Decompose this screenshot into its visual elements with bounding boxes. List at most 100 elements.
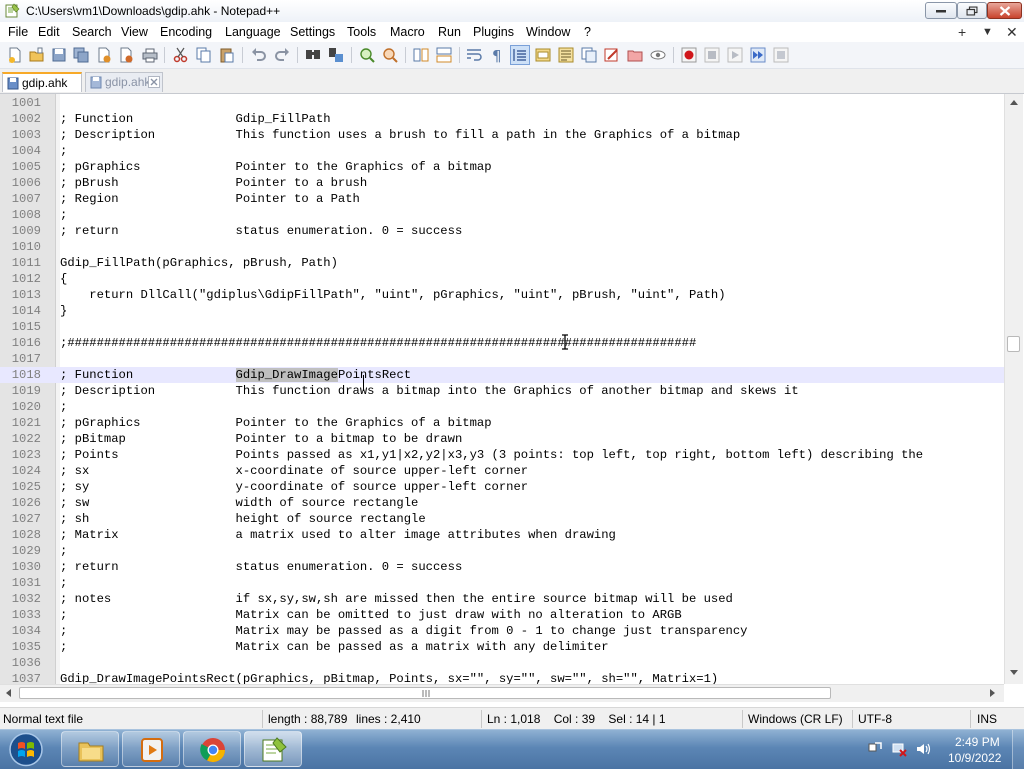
close-all-icon[interactable] bbox=[117, 46, 135, 64]
code-line[interactable]: 1014} bbox=[0, 303, 1004, 319]
minimize-button[interactable] bbox=[925, 2, 957, 19]
code-line[interactable]: 1029; bbox=[0, 543, 1004, 559]
code-line[interactable]: 1035 ; Matrix can be passed as a matrix w… bbox=[0, 639, 1004, 655]
encoding-status[interactable]: UTF-8 bbox=[858, 712, 892, 726]
taskbar-chrome[interactable] bbox=[183, 731, 241, 767]
code-line[interactable]: 1008; bbox=[0, 207, 1004, 223]
clock-time[interactable]: 2:49 PM bbox=[955, 735, 1000, 749]
code-line[interactable]: 1034 ; Matrix may be passed as a digit fr… bbox=[0, 623, 1004, 639]
code-line[interactable]: 1019 ; Description This function draws a … bbox=[0, 383, 1004, 399]
code-view[interactable]: 1001 1002 ; Function Gdip_FillPath 1003 ; De… bbox=[0, 95, 1004, 684]
clock-date[interactable]: 10/9/2022 bbox=[948, 751, 1001, 765]
code-line[interactable]: 1006 ; pBrush Pointer to a brush bbox=[0, 175, 1004, 191]
code-line[interactable]: 1023 ; Points Points passed as x1,y1|x2,y… bbox=[0, 447, 1004, 463]
stop-macro-icon[interactable] bbox=[703, 46, 721, 64]
word-wrap-icon[interactable] bbox=[465, 46, 483, 64]
code-line[interactable]: 1012 { bbox=[0, 271, 1004, 287]
volume-icon[interactable] bbox=[915, 741, 931, 757]
code-line[interactable]: 1026 ; sw width of source rectangle bbox=[0, 495, 1004, 511]
taskbar-notepadpp[interactable] bbox=[244, 731, 302, 767]
close-window-button[interactable] bbox=[987, 2, 1022, 19]
scroll-left-arrow-icon[interactable] bbox=[6, 689, 11, 697]
code-line[interactable]: 1007 ; Region Pointer to a Path bbox=[0, 191, 1004, 207]
menu-file[interactable]: File bbox=[8, 25, 28, 39]
sync-vertical-icon[interactable] bbox=[412, 46, 430, 64]
menu-window[interactable]: Window bbox=[526, 25, 570, 39]
code-line[interactable]: 1009 ; return status enumeration. 0 = suc… bbox=[0, 223, 1004, 239]
show-all-chars-icon[interactable]: ¶ bbox=[488, 46, 506, 64]
scroll-up-arrow-icon[interactable] bbox=[1010, 100, 1018, 105]
code-line[interactable]: 1015 bbox=[0, 319, 1004, 335]
insert-mode-status[interactable]: INS bbox=[977, 712, 997, 726]
user-language-icon[interactable] bbox=[534, 46, 552, 64]
open-file-icon[interactable] bbox=[28, 46, 46, 64]
taskbar-media-player[interactable] bbox=[122, 731, 180, 767]
cut-icon[interactable] bbox=[172, 46, 190, 64]
menu-search[interactable]: Search bbox=[72, 25, 112, 39]
code-line[interactable]: 1028 ; Matrix a matrix used to alter imag… bbox=[0, 527, 1004, 543]
indent-guide-icon[interactable] bbox=[510, 45, 530, 65]
action-center-icon[interactable] bbox=[867, 741, 883, 757]
code-line[interactable]: 1032 ; notes if sx,sy,sw,sh are missed th… bbox=[0, 591, 1004, 607]
scroll-down-arrow-icon[interactable] bbox=[1010, 670, 1018, 675]
copy-icon[interactable] bbox=[195, 46, 213, 64]
close-file-icon[interactable] bbox=[95, 46, 113, 64]
code-line[interactable]: 1037 Gdip_DrawImagePointsRect(pGraphics, … bbox=[0, 671, 1004, 684]
code-line[interactable]: 1024 ; sx x-coordinate of source upper-le… bbox=[0, 463, 1004, 479]
tab-list-dropdown-button[interactable]: ▼ bbox=[982, 26, 993, 38]
new-tab-plus-button[interactable]: + bbox=[958, 24, 966, 40]
menu-edit[interactable]: Edit bbox=[38, 25, 60, 39]
redo-icon[interactable] bbox=[273, 46, 291, 64]
zoom-in-icon[interactable] bbox=[358, 46, 376, 64]
editor-area[interactable]: 1001 1002 ; Function Gdip_FillPath 1003 ; De… bbox=[0, 94, 1024, 702]
menu-tools[interactable]: Tools bbox=[347, 25, 376, 39]
menu-help[interactable]: ? bbox=[584, 25, 591, 39]
tab-gdip-ahk-active[interactable]: gdip.ahk bbox=[2, 72, 82, 92]
show-desktop-button[interactable] bbox=[1012, 730, 1024, 769]
code-line[interactable]: 1033 ; Matrix can be omitted to just draw… bbox=[0, 607, 1004, 623]
eol-status[interactable]: Windows (CR LF) bbox=[748, 712, 843, 726]
print-icon[interactable] bbox=[141, 46, 159, 64]
sync-horizontal-icon[interactable] bbox=[435, 46, 453, 64]
tab-gdip-ahk[interactable]: gdip.ahk bbox=[85, 72, 163, 92]
code-line[interactable]: 1001 bbox=[0, 95, 1004, 111]
save-all-icon[interactable] bbox=[72, 46, 90, 64]
folder-as-workspace-icon[interactable] bbox=[626, 46, 644, 64]
code-line[interactable]: 1020; bbox=[0, 399, 1004, 415]
menu-language[interactable]: Language bbox=[225, 25, 281, 39]
zoom-out-icon[interactable] bbox=[381, 46, 399, 64]
monitor-icon[interactable] bbox=[649, 46, 667, 64]
menu-plugins[interactable]: Plugins bbox=[473, 25, 514, 39]
undo-icon[interactable] bbox=[250, 46, 268, 64]
code-line[interactable]: 1018 ; Function Gdip_DrawImagePointsRect bbox=[0, 367, 1004, 383]
network-icon[interactable] bbox=[891, 741, 907, 757]
menu-settings[interactable]: Settings bbox=[290, 25, 335, 39]
code-line[interactable]: 1027 ; sh height of source rectangle bbox=[0, 511, 1004, 527]
menu-macro[interactable]: Macro bbox=[390, 25, 425, 39]
code-line[interactable]: 1005 ; pGraphics Pointer to the Graphics … bbox=[0, 159, 1004, 175]
code-line[interactable]: 1031; bbox=[0, 575, 1004, 591]
record-macro-icon[interactable] bbox=[680, 46, 698, 64]
code-line[interactable]: 1021 ; pGraphics Pointer to the Graphics … bbox=[0, 415, 1004, 431]
restore-button[interactable] bbox=[957, 2, 987, 19]
vertical-scroll-thumb[interactable] bbox=[1007, 336, 1020, 352]
code-line[interactable]: 1002 ; Function Gdip_FillPath bbox=[0, 111, 1004, 127]
save-macro-icon[interactable] bbox=[772, 46, 790, 64]
taskbar-explorer[interactable] bbox=[61, 731, 119, 767]
menu-view[interactable]: View bbox=[121, 25, 148, 39]
run-macro-multiple-icon[interactable] bbox=[749, 46, 767, 64]
function-list-icon[interactable] bbox=[580, 46, 598, 64]
code-line[interactable]: 1017 bbox=[0, 351, 1004, 367]
close-doc-button[interactable]: ✕ bbox=[1006, 24, 1018, 41]
code-line[interactable]: 1030 ; return status enumeration. 0 = suc… bbox=[0, 559, 1004, 575]
save-icon[interactable] bbox=[50, 46, 68, 64]
tab-close-icon[interactable] bbox=[148, 76, 160, 88]
find-icon[interactable] bbox=[304, 46, 322, 64]
new-file-icon[interactable] bbox=[6, 46, 24, 64]
menu-encoding[interactable]: Encoding bbox=[160, 25, 212, 39]
menu-run[interactable]: Run bbox=[438, 25, 461, 39]
code-line[interactable]: 1036 bbox=[0, 655, 1004, 671]
code-line[interactable]: 1016 ;###################################… bbox=[0, 335, 1004, 351]
paste-icon[interactable] bbox=[218, 46, 236, 64]
horizontal-scrollbar[interactable] bbox=[0, 684, 1004, 702]
